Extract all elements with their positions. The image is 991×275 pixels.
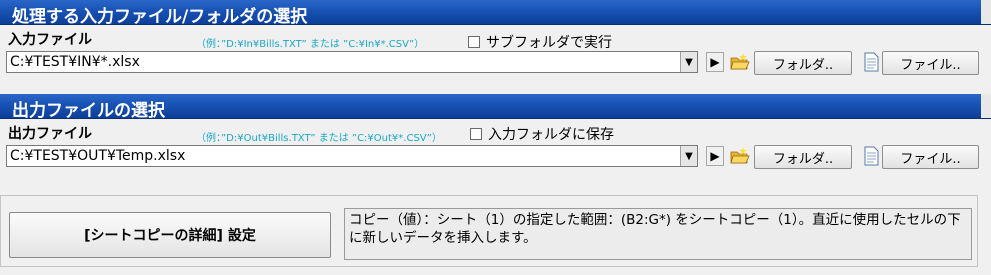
output-section-title: 出力ファイルの選択 bbox=[12, 101, 165, 121]
play-icon: ▶ bbox=[710, 55, 720, 69]
output-path-value[interactable]: C:¥TEST¥OUT¥Temp.xlsx bbox=[7, 148, 680, 164]
folder-open-icon bbox=[730, 53, 750, 70]
input-path-combobox[interactable]: C:¥TEST¥IN¥*.xlsx ▼ bbox=[6, 51, 698, 73]
input-path-value[interactable]: C:¥TEST¥IN¥*.xlsx bbox=[7, 54, 680, 70]
folder-open-icon bbox=[730, 147, 750, 164]
input-folder-button-label: フォルダ.. bbox=[772, 57, 834, 73]
header-edge bbox=[981, 0, 991, 24]
input-file-button[interactable]: ファイル.. bbox=[882, 51, 979, 75]
chevron-down-icon[interactable]: ▼ bbox=[680, 52, 697, 72]
output-section-header: 出力ファイルの選択 bbox=[0, 94, 991, 121]
input-run-button[interactable]: ▶ bbox=[706, 52, 724, 72]
input-section-title: 処理する入力ファイル/フォルダの選択 bbox=[12, 7, 308, 27]
input-section-header: 処理する入力ファイル/フォルダの選択 bbox=[0, 0, 991, 27]
output-file-label: 出力ファイル bbox=[8, 126, 92, 142]
subfolder-checkbox[interactable]: サブフォルダで実行 bbox=[468, 32, 612, 52]
output-path-combobox[interactable]: C:¥TEST¥OUT¥Temp.xlsx ▼ bbox=[6, 145, 698, 167]
output-file-button[interactable]: ファイル.. bbox=[882, 145, 979, 169]
subfolder-checkbox-box[interactable] bbox=[468, 36, 480, 48]
output-folder-button[interactable]: フォルダ.. bbox=[754, 145, 852, 169]
save-to-input-folder-label: 入力フォルダに保存 bbox=[488, 127, 614, 143]
header-edge bbox=[981, 94, 991, 118]
play-icon: ▶ bbox=[710, 149, 720, 163]
file-icon bbox=[864, 52, 879, 72]
sheet-copy-settings-label: [シートコピーの詳細] 設定 bbox=[84, 228, 256, 244]
input-folder-button[interactable]: フォルダ.. bbox=[754, 51, 852, 75]
subfolder-checkbox-label: サブフォルダで実行 bbox=[486, 35, 612, 51]
input-file-button-label: ファイル.. bbox=[900, 57, 961, 73]
chevron-down-icon[interactable]: ▼ bbox=[680, 146, 697, 166]
input-file-label: 入力ファイル bbox=[8, 32, 92, 48]
save-to-input-folder-checkbox[interactable]: 入力フォルダに保存 bbox=[470, 124, 614, 144]
output-folder-button-label: フォルダ.. bbox=[772, 151, 834, 167]
output-file-hint: （例：”D:¥Out¥Bills.TXT” または ”C:¥Out¥*.CSV”… bbox=[196, 133, 442, 144]
output-file-button-label: ファイル.. bbox=[900, 151, 961, 167]
settings-description-text: コピー（値）：シート（1）の指定した範囲：(B2:G*) をシートコピー（1）。… bbox=[349, 212, 961, 246]
file-icon bbox=[864, 146, 879, 166]
save-to-input-folder-checkbox-box[interactable] bbox=[470, 128, 482, 140]
input-file-hint: （例：”D:¥In¥Bills.TXT” または ”C:¥In¥*.CSV”） bbox=[196, 39, 425, 50]
settings-panel: [シートコピーの詳細] 設定 コピー（値）：シート（1）の指定した範囲：(B2:… bbox=[0, 195, 978, 267]
settings-description: コピー（値）：シート（1）の指定した範囲：(B2:G*) をシートコピー（1）。… bbox=[344, 208, 972, 260]
sheet-copy-settings-button[interactable]: [シートコピーの詳細] 設定 bbox=[9, 212, 331, 258]
output-run-button[interactable]: ▶ bbox=[706, 146, 724, 166]
